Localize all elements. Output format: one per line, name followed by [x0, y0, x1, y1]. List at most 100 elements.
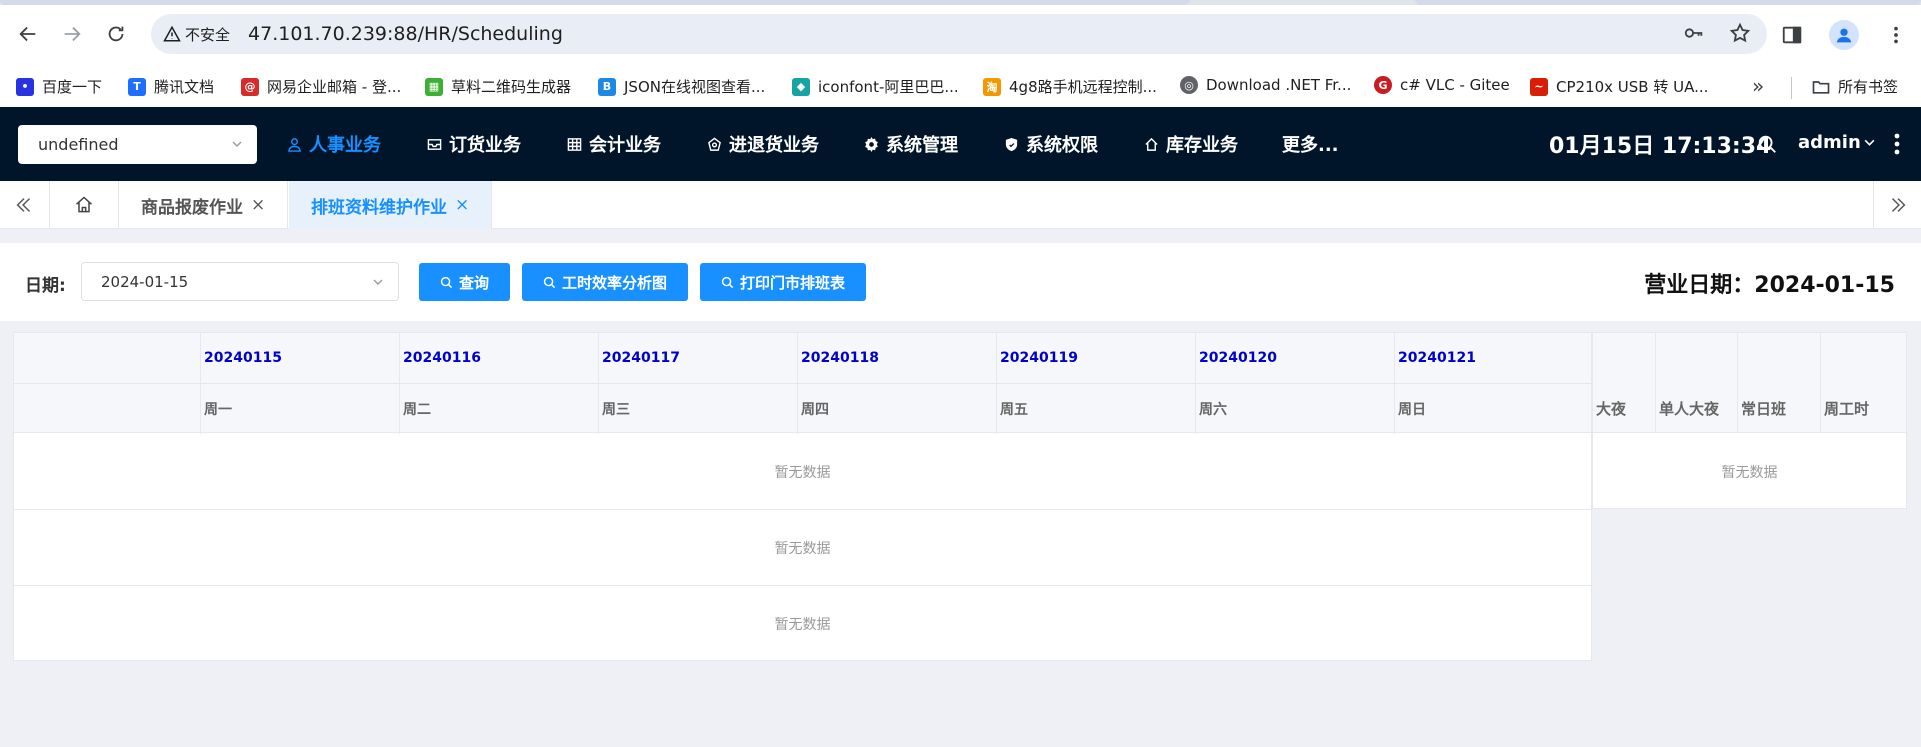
print-schedule-button[interactable]: 打印门市排班表	[700, 263, 866, 301]
security-indicator[interactable]: 不安全	[163, 24, 230, 45]
empty-placeholder: 暂无数据	[14, 434, 1591, 510]
empty-placeholder: 暂无数据	[14, 510, 1591, 586]
column-weekly-hours: 周工时	[1820, 333, 1906, 433]
bookmarks-bar: • 百度一下 T 腾讯文档 @ 网易企业邮箱 - 登... ▦ 草料二维码生成器 B JS…	[0, 68, 1921, 106]
column-single-night: 单人大夜	[1655, 333, 1737, 433]
header-clock: 01月15日 17:13:34	[1549, 134, 1772, 159]
shop-icon	[708, 137, 721, 151]
efficiency-chart-button[interactable]: 工时效率分析图	[522, 263, 688, 301]
tab-product-scrap[interactable]: 商品报废作业 ×	[119, 181, 289, 229]
bookmark-icon: B	[598, 77, 616, 96]
forward-button[interactable]	[58, 20, 86, 48]
query-button[interactable]: 查询	[419, 263, 510, 301]
column-date: 20240120	[1195, 333, 1394, 383]
bookmarks-divider	[1791, 77, 1792, 99]
tab-home[interactable]	[49, 181, 119, 229]
column-date: 20240119	[996, 333, 1195, 383]
bookmark-item[interactable]: ◆ iconfont-阿里巴巴...	[792, 76, 959, 97]
bookmarks-overflow-icon[interactable]: »	[1752, 74, 1764, 98]
bookmark-item[interactable]: 淘 4g8路手机远程控制...	[983, 76, 1157, 97]
tabs-scroll-left[interactable]	[0, 181, 48, 229]
bookmark-item[interactable]: ~ CP210x USB 转 UA...	[1530, 76, 1708, 97]
home-icon	[76, 196, 92, 213]
all-bookmarks[interactable]: 所有书签	[1811, 76, 1898, 97]
tab-scheduling[interactable]: 排班资料维护作业 ×	[289, 181, 493, 229]
tabs-scroll-right[interactable]	[1873, 181, 1921, 229]
reload-button[interactable]	[102, 20, 130, 48]
column-weekday: 周日	[1394, 384, 1593, 434]
close-icon[interactable]: ×	[251, 195, 265, 215]
menu-purchase-return[interactable]: 进退货业务	[707, 131, 819, 157]
column-date: 20240121	[1394, 333, 1593, 383]
table-icon	[567, 137, 582, 151]
org-select-value: undefined	[38, 135, 119, 154]
home-icon	[1145, 137, 1158, 151]
user-icon	[288, 137, 301, 152]
menu-more[interactable]: 更多...	[1282, 131, 1339, 157]
menu-ordering[interactable]: 订货业务	[427, 131, 521, 157]
person-icon	[1836, 28, 1852, 43]
browser-chrome: 不安全 47.101.70.239:88/HR/Scheduling • 百度一下…	[0, 0, 1921, 107]
warning-icon	[163, 25, 181, 42]
bookmark-icon: 淘	[983, 77, 1001, 96]
bookmark-item[interactable]: Gc# VLC - Gitee	[1374, 76, 1510, 94]
browser-tabstrip	[0, 0, 1921, 5]
column-date: 20240117	[598, 333, 797, 383]
menu-accounting[interactable]: 会计业务	[567, 131, 661, 157]
bookmark-item[interactable]: B JSON在线视图查看...	[598, 76, 765, 97]
search-icon	[721, 276, 734, 288]
search-icon	[440, 276, 453, 288]
bookmark-icon: T	[128, 77, 146, 96]
summary-table: 大夜 单人大夜 常日班 周工时 暂无数据	[1592, 332, 1907, 509]
date-picker[interactable]: 2024-01-15	[81, 262, 399, 301]
date-label: 日期:	[25, 276, 66, 296]
business-date: 营业日期：2024-01-15	[1644, 273, 1895, 298]
side-panel-icon[interactable]	[1781, 24, 1803, 46]
column-date: 20240116	[399, 333, 598, 383]
gear-icon	[865, 136, 878, 152]
chevron-down-icon	[373, 279, 383, 285]
user-menu[interactable]: admin	[1798, 132, 1876, 153]
profile-avatar[interactable]	[1829, 20, 1859, 50]
double-chevron-left-icon	[16, 198, 31, 212]
bookmark-item[interactable]: • 百度一下	[16, 76, 102, 97]
bookmark-item[interactable]: ◎ Download .NET Fr...	[1180, 76, 1351, 94]
bookmark-item[interactable]: @ 网易企业邮箱 - 登...	[241, 76, 401, 97]
org-select[interactable]: undefined	[18, 125, 257, 164]
column-weekday: 周六	[1195, 384, 1394, 434]
close-icon[interactable]: ×	[455, 195, 469, 215]
kebab-menu-icon[interactable]	[1885, 24, 1907, 46]
date-picker-value: 2024-01-15	[101, 272, 189, 291]
column-weekday: 周五	[996, 384, 1195, 434]
url-text[interactable]: 47.101.70.239:88/HR/Scheduling	[248, 23, 563, 45]
column-date: 20240115	[200, 333, 399, 383]
arrow-right-icon	[64, 26, 81, 42]
bookmark-icon: ~	[1530, 77, 1548, 96]
menu-hr[interactable]: 人事业务	[287, 131, 381, 157]
bookmark-item[interactable]: T 腾讯文档	[128, 76, 214, 97]
reload-icon	[108, 26, 124, 42]
kebab-menu-icon[interactable]	[1888, 131, 1906, 157]
search-icon[interactable]	[1756, 133, 1778, 155]
column-weekday: 周二	[399, 384, 598, 434]
menu-permissions[interactable]: 系统权限	[1004, 131, 1098, 157]
schedule-table-header: 20240115 20240116 20240117 20240118 2024…	[14, 333, 1593, 434]
menu-system-admin[interactable]: 系统管理	[864, 131, 958, 157]
bookmark-item[interactable]: ▦ 草料二维码生成器	[425, 76, 571, 97]
app-header: undefined 人事业务 订货业务 会计业务 进退货业务 系统管理 系统权限	[0, 107, 1921, 181]
screen: 不安全 47.101.70.239:88/HR/Scheduling • 百度一下…	[0, 0, 1921, 747]
menu-inventory[interactable]: 库存业务	[1144, 131, 1238, 157]
double-chevron-right-icon	[1891, 198, 1905, 212]
address-bar[interactable]: 不安全 47.101.70.239:88/HR/Scheduling	[151, 14, 1767, 54]
column-night: 大夜	[1596, 400, 1627, 418]
key-icon[interactable]	[1683, 22, 1705, 44]
chevron-down-icon	[1864, 139, 1875, 146]
star-icon[interactable]	[1729, 22, 1751, 44]
back-button[interactable]	[14, 20, 42, 48]
filter-panel: 日期: 2024-01-15 查询 工时效率分析图 打印门市排班表 营业日期：2…	[0, 243, 1921, 321]
weekday-row: 周一 周二 周三 周四 周五 周六 周日	[14, 383, 1593, 434]
column-day-shift: 常日班	[1737, 333, 1820, 433]
arrow-left-icon	[19, 26, 36, 42]
column-date: 20240118	[797, 333, 996, 383]
column-weekday: 周四	[797, 384, 996, 434]
